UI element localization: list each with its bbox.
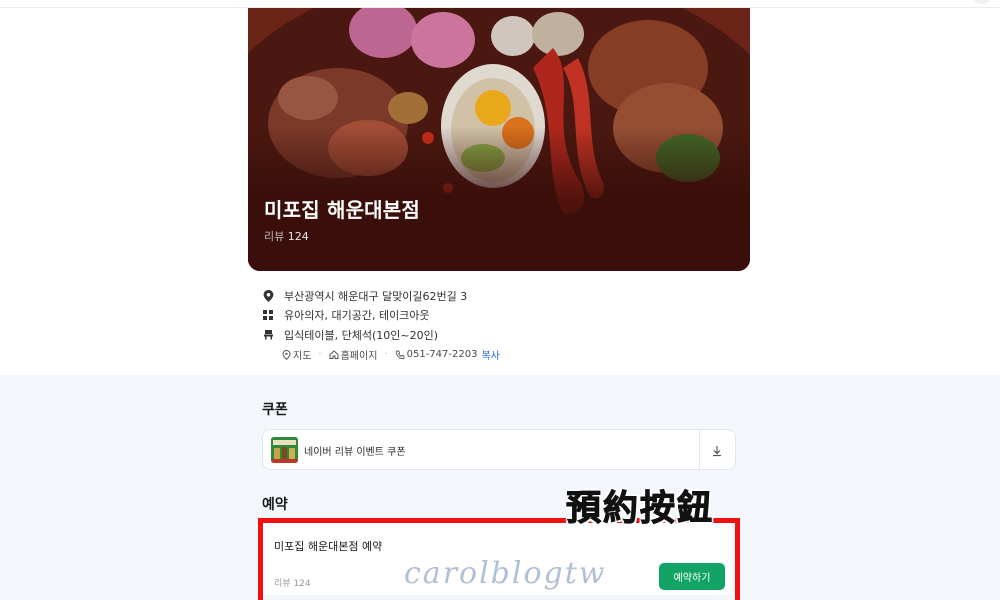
seating-text: 입식테이블, 단체석(10인~20인) <box>284 328 438 342</box>
download-icon[interactable] <box>710 443 724 457</box>
reservation-section-title: 예약 <box>262 497 288 513</box>
annotation-label: 預約按鈕 <box>565 488 715 530</box>
grid-icon <box>262 309 274 321</box>
top-bar <box>0 0 1000 8</box>
copy-phone-button[interactable]: 복사 <box>481 347 499 362</box>
homepage-link[interactable]: 홈페이지 <box>341 347 378 362</box>
coupon-divider <box>699 430 700 469</box>
scroll-indicator <box>972 0 992 4</box>
phone-icon <box>395 350 404 359</box>
chair-icon <box>262 329 274 341</box>
coupon-card[interactable]: 네이버 리뷰 이벤트 쿠폰 <box>262 429 736 470</box>
seating-row: 입식테이블, 단체석(10인~20인) <box>262 325 742 345</box>
review-label: 리뷰 <box>264 230 285 243</box>
reserve-button[interactable]: 예약하기 <box>659 563 725 590</box>
facilities-row: 유아의자, 대기공간, 테이크아웃 <box>262 306 742 326</box>
watermark: carolblogtw <box>404 556 607 591</box>
map-link[interactable]: 지도 <box>293 347 311 362</box>
hero-gradient <box>248 8 750 271</box>
map-pin-icon <box>282 349 291 360</box>
reservation-title: 미포집 해운대본점 예약 <box>274 540 383 553</box>
address-row: 부산광역시 해운대구 달맞이길62번길 3 <box>262 286 742 306</box>
address-text: 부산광역시 해운대구 달맞이길62번길 3 <box>284 289 468 303</box>
reservation-review: 리뷰 124 <box>274 579 311 589</box>
home-icon <box>329 350 339 359</box>
review-number: 124 <box>287 230 309 243</box>
store-review-count: 리뷰 124 <box>264 228 309 244</box>
store-name: 미포집 해운대본점 <box>264 198 420 222</box>
facilities-text: 유아의자, 대기공간, 테이크아웃 <box>284 309 430 323</box>
hero-banner: 미포집 해운대본점 리뷰 124 <box>248 8 750 271</box>
location-pin-icon <box>262 289 274 302</box>
store-info: 부산광역시 해운대구 달맞이길62번길 3 유아의자, 대기공간, 테이크아웃 … <box>262 286 742 363</box>
coupon-section-title: 쿠폰 <box>262 402 288 418</box>
separator-dot: · <box>384 349 388 360</box>
coupon-label: 네이버 리뷰 이벤트 쿠폰 <box>304 447 406 458</box>
separator-dot: · <box>318 349 322 360</box>
phone-number[interactable]: 051-747-2203 <box>407 349 478 360</box>
info-links: 지도 · 홈페이지 · 051-747-2203 복사 <box>262 347 742 363</box>
coupon-thumbnail <box>271 437 298 463</box>
